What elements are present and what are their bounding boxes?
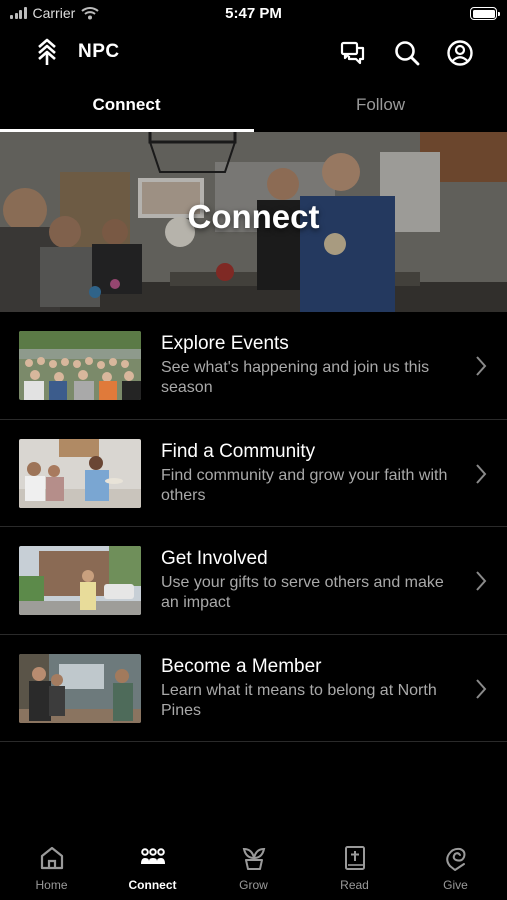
list-item-subtitle: Learn what it means to belong at North P…: [161, 681, 437, 719]
list-item-title: Find a Community: [161, 440, 316, 462]
nav-label: Home: [35, 878, 68, 892]
sprout-icon: [242, 847, 265, 870]
tab-bar: Connect Follow: [0, 82, 507, 132]
chevron-right-icon: [476, 571, 487, 591]
chat-icon[interactable]: [338, 38, 368, 68]
tab-connect[interactable]: Connect: [0, 82, 253, 132]
app-title: NPC: [78, 41, 120, 62]
nav-label: Connect: [128, 878, 177, 892]
list-item-subtitle: Use your gifts to serve others and make …: [161, 574, 444, 611]
app-header: NPC: [0, 28, 507, 78]
nav-label: Grow: [239, 878, 268, 892]
list-item-title: Get Involved: [161, 548, 268, 569]
search-icon[interactable]: [392, 38, 422, 68]
nav-label: Give: [443, 878, 468, 892]
chevron-right-icon: [476, 356, 487, 376]
list-item-subtitle: Find community and grow your faith with …: [161, 466, 448, 504]
nav-connect[interactable]: Connect: [102, 844, 203, 900]
nav-home[interactable]: Home: [1, 844, 102, 900]
home-icon: [40, 846, 63, 870]
nav-give[interactable]: Give: [405, 844, 506, 900]
hero-banner: Connect: [0, 132, 507, 312]
list-item-explore-events[interactable]: Explore Events See what's happening and …: [0, 312, 507, 420]
explore-events-thumbnail: [19, 331, 141, 400]
nav-grow[interactable]: Grow: [203, 844, 304, 900]
profile-icon[interactable]: [445, 38, 475, 68]
people-icon: [140, 848, 165, 864]
list-item-become-member[interactable]: Become a Member Learn what it means to b…: [0, 635, 507, 742]
become-member-thumbnail: [19, 653, 141, 723]
chevron-right-icon: [476, 463, 487, 484]
find-community-thumbnail: [19, 438, 141, 508]
nav-read[interactable]: Read: [304, 844, 405, 900]
list-item-find-community[interactable]: Find a Community Find community and grow…: [0, 420, 507, 527]
list-item-subtitle: See what's happening and join us this se…: [161, 359, 430, 396]
battery-icon: [470, 7, 500, 20]
hero-title: Connect: [187, 198, 320, 235]
npc-logo-icon: [38, 38, 56, 65]
get-involved-thumbnail: [19, 546, 141, 615]
chevron-right-icon: [476, 678, 487, 699]
list-item-title: Explore Events: [161, 333, 289, 354]
connect-list: Explore Events See what's happening and …: [0, 312, 507, 742]
tab-follow[interactable]: Follow: [254, 82, 507, 132]
nav-label: Read: [340, 878, 369, 892]
status-bar: Carrier 5:47 PM: [0, 0, 507, 28]
list-item-get-involved[interactable]: Get Involved Use your gifts to serve oth…: [0, 527, 507, 635]
status-time: 5:47 PM: [225, 5, 282, 22]
list-item-title: Become a Member: [161, 655, 322, 677]
give-icon: [445, 847, 465, 871]
bottom-nav: Home Connect Grow Read Give: [0, 838, 507, 900]
bible-icon: [344, 846, 365, 870]
